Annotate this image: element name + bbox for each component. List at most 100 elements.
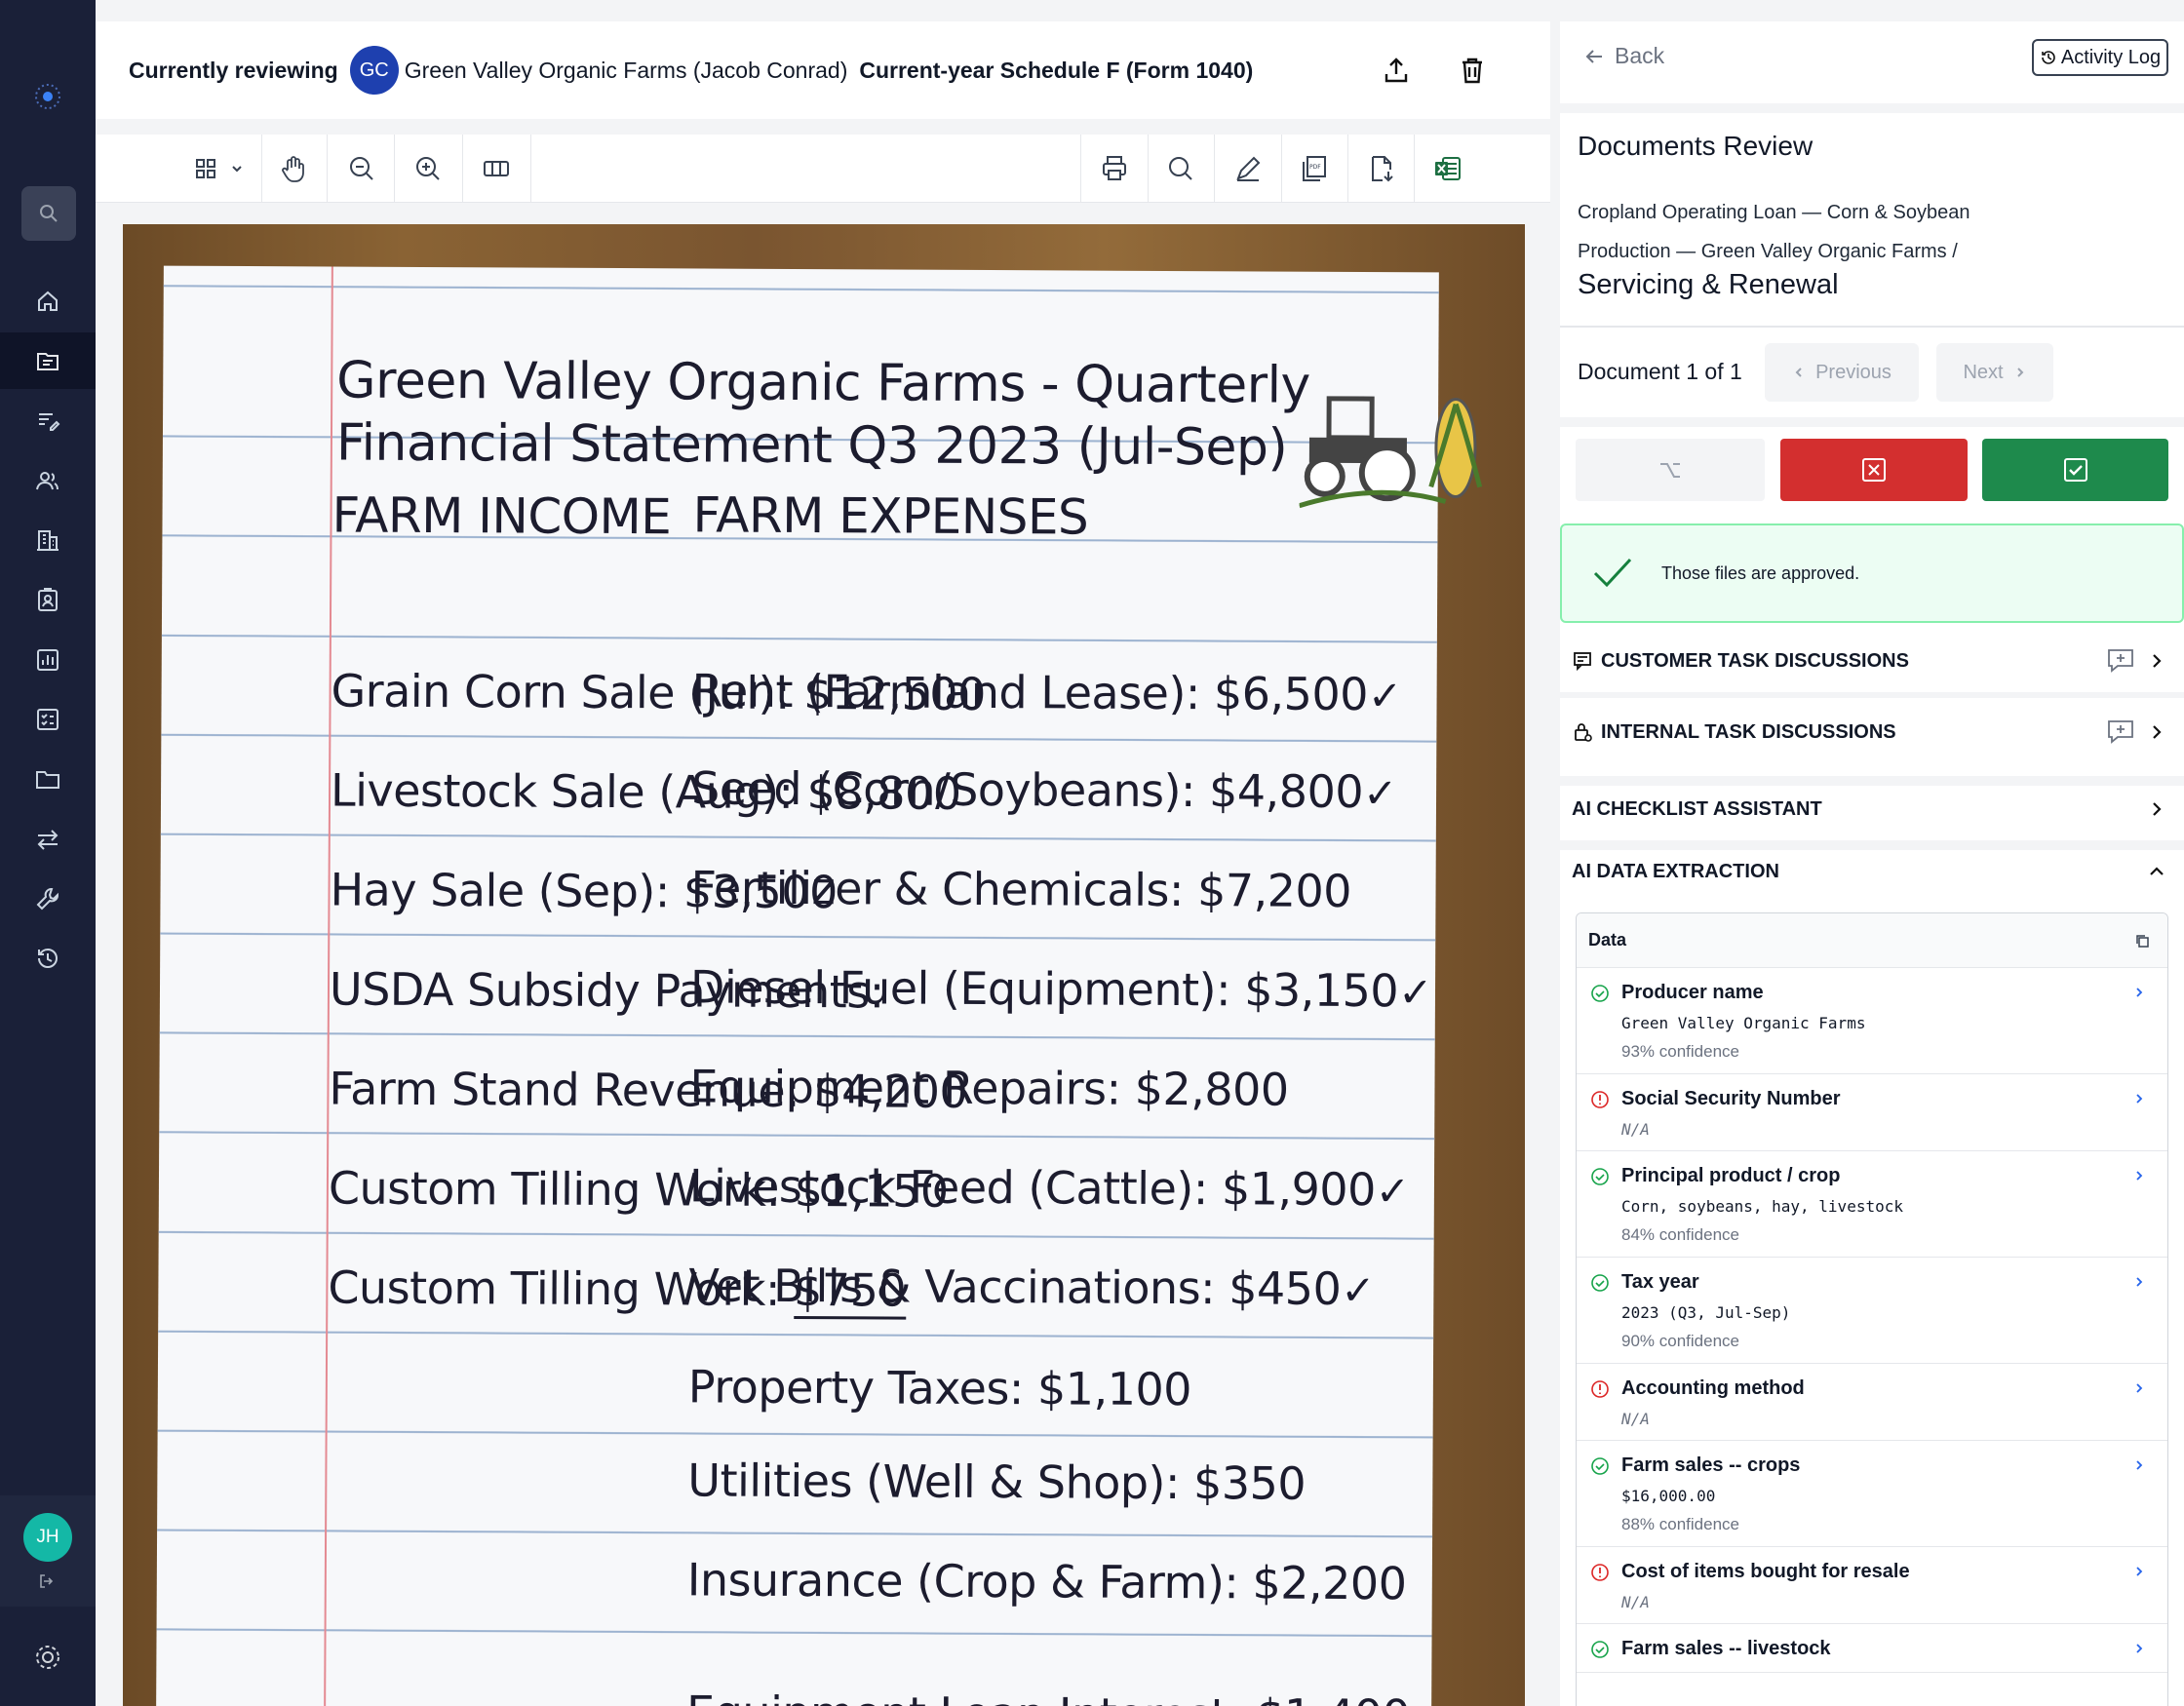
print-button[interactable] (1082, 144, 1147, 193)
chart-icon (37, 649, 58, 671)
chevron-right-icon (2136, 1094, 2143, 1104)
document-viewer[interactable]: Green Valley Organic Farms - Quarterly F… (96, 203, 1550, 1706)
expenses-heading: FARM EXPENSES (692, 486, 1089, 546)
field-value: N/A (1621, 1410, 1650, 1428)
documents-icon (37, 353, 58, 370)
document-count: Document 1 of 1 (1578, 359, 1742, 384)
extracted-data-table: Data Producer name Green Valley Organic F… (1576, 912, 2168, 1706)
chevron-right-icon (2136, 1460, 2143, 1470)
nav-checklists[interactable] (0, 691, 96, 748)
copy-icon[interactable] (2134, 933, 2150, 949)
expense-line-text: Insurance (Crop & Farm): $2,200 (686, 1553, 1407, 1610)
nav-transfers[interactable] (0, 811, 96, 868)
sidebar-search-button[interactable] (21, 186, 76, 241)
file-download-icon (1372, 156, 1393, 182)
customer-discussions-section[interactable]: CUSTOMER TASK DISCUSSIONS (1560, 630, 2184, 692)
add-comment-icon[interactable] (2106, 717, 2135, 747)
nav-documents[interactable] (0, 332, 96, 389)
zoom-out-button[interactable] (330, 144, 394, 193)
nav-home[interactable] (0, 273, 96, 330)
page-layout-button[interactable] (464, 144, 528, 193)
annotate-button[interactable] (1216, 144, 1280, 193)
activity-log-button[interactable]: Activity Log (2032, 39, 2168, 76)
income-heading: FARM INCOME (332, 486, 672, 546)
client-name[interactable]: Green Valley Organic Farms (Jacob Conrad… (405, 58, 848, 84)
breadcrumb: Cropland Operating Loan — Corn & Soybean… (1578, 193, 2163, 271)
checklist-icon (37, 709, 58, 730)
extracted-field-row[interactable]: Producer name Green Valley Organic Farms 9… (1577, 968, 2167, 1074)
chevron-up-icon (2150, 867, 2164, 875)
nav-contacts[interactable] (0, 452, 96, 509)
breadcrumb-line1[interactable]: Cropland Operating Loan — Corn & Soybean (1578, 193, 2163, 232)
upload-icon[interactable] (1381, 55, 1412, 86)
logo-icon[interactable] (29, 78, 66, 115)
wrench-icon (36, 888, 58, 911)
back-button[interactable]: Back (1583, 43, 1664, 69)
search-document-button[interactable] (1149, 144, 1213, 193)
folder-icon (36, 771, 59, 789)
pdf-export-button[interactable]: PDF (1282, 144, 1346, 193)
nav-folders[interactable] (0, 751, 96, 807)
svg-text:PDF: PDF (1309, 164, 1321, 171)
chevron-right-icon (2136, 1277, 2143, 1287)
excel-export-button[interactable] (1416, 144, 1480, 193)
expense-line-text: Utilities (Well & Shop): $350 (687, 1454, 1306, 1510)
ai-checklist-section[interactable]: AI CHECKLIST ASSISTANT (1560, 778, 2184, 840)
reject-button[interactable] (1780, 439, 1968, 501)
document-title-line1: Green Valley Organic Farms - Quarterly (336, 351, 1310, 415)
internal-discussions-section[interactable]: INTERNAL TASK DISCUSSIONS (1560, 701, 2184, 763)
zoom-in-button[interactable] (396, 144, 460, 193)
approve-button[interactable] (1982, 439, 2168, 501)
nav-reports[interactable] (0, 632, 96, 688)
check-mark: ✓ (1341, 1265, 1376, 1315)
field-confidence: 90% confidence (1621, 1332, 1739, 1350)
next-button[interactable]: Next (1936, 343, 2053, 402)
extracted-field-row[interactable]: Tax year 2023 (Q3, Jul-Sep) 90% confidence (1577, 1258, 2167, 1364)
trash-icon[interactable] (1457, 55, 1488, 86)
reject-icon (1862, 458, 1886, 482)
building-icon (37, 530, 58, 551)
field-label: Farm sales -- crops (1621, 1454, 1801, 1476)
expense-line-text: Diesel Fuel (Equipment): $3,150 (689, 960, 1399, 1018)
expense-line: Diesel Fuel (Equipment): $3,150✓ (690, 960, 1432, 1017)
extracted-field-row[interactable]: Farm sales -- livestock (1577, 1624, 2167, 1673)
expense-line: Seed (Corn/Soybeans): $4,800✓ (691, 761, 1397, 818)
extracted-field-row[interactable]: Social Security Number N/A (1577, 1074, 2167, 1151)
download-button[interactable] (1349, 144, 1414, 193)
alternate-action-button[interactable] (1576, 439, 1765, 501)
nav-tools[interactable] (0, 871, 96, 927)
customer-discussions-label: CUSTOMER TASK DISCUSSIONS (1601, 649, 1909, 672)
expense-line: Insurance (Crop & Farm): $2,200 (687, 1553, 1407, 1609)
back-label: Back (1615, 43, 1665, 68)
nav-history[interactable] (0, 930, 96, 987)
review-header: Currently reviewing GC Green Valley Orga… (96, 21, 1550, 119)
previous-button[interactable]: Previous (1765, 343, 1919, 402)
ai-extraction-section[interactable]: AI DATA EXTRACTION (1560, 840, 2184, 903)
add-comment-icon[interactable] (2106, 646, 2135, 676)
expense-line-text: Equipment Loan Interest: $1,400 (686, 1686, 1410, 1706)
field-value: N/A (1621, 1593, 1650, 1611)
ai-checklist-label: AI CHECKLIST ASSISTANT (1572, 797, 1822, 820)
history-icon (2042, 51, 2055, 64)
expense-line: Equipment Repairs: $2,800 (689, 1060, 1288, 1115)
grid-dropdown-button[interactable] (222, 144, 252, 193)
settings-icon[interactable] (32, 1642, 63, 1673)
extracted-field-row[interactable]: Cost of items bought for resale N/A (1577, 1547, 2167, 1624)
field-value: $16,000.00 (1621, 1487, 1716, 1505)
user-avatar[interactable]: JH (23, 1513, 72, 1562)
check-circle-icon (1591, 1168, 1609, 1185)
nav-id-card[interactable] (0, 571, 96, 628)
logout-icon[interactable] (37, 1571, 57, 1591)
extracted-field-row[interactable]: Accounting method N/A (1577, 1364, 2167, 1441)
breadcrumb-line2[interactable]: Production — Green Valley Organic Farms … (1578, 232, 2163, 271)
search-icon (40, 205, 58, 222)
extracted-field-row[interactable]: Principal product / crop Corn, soybeans, … (1577, 1151, 2167, 1258)
pdf-icon: PDF (1303, 156, 1326, 181)
expense-line-text: Vet Bills & Vaccinations: $450 (688, 1259, 1342, 1315)
pan-tool-button[interactable] (261, 144, 326, 193)
field-confidence: 88% confidence (1621, 1515, 1739, 1533)
extracted-field-row[interactable]: Farm sales -- crops $16,000.00 88% confide… (1577, 1441, 2167, 1547)
nav-edit-list[interactable] (0, 392, 96, 448)
chevron-right-icon (2136, 1567, 2143, 1576)
nav-organizations[interactable] (0, 512, 96, 568)
